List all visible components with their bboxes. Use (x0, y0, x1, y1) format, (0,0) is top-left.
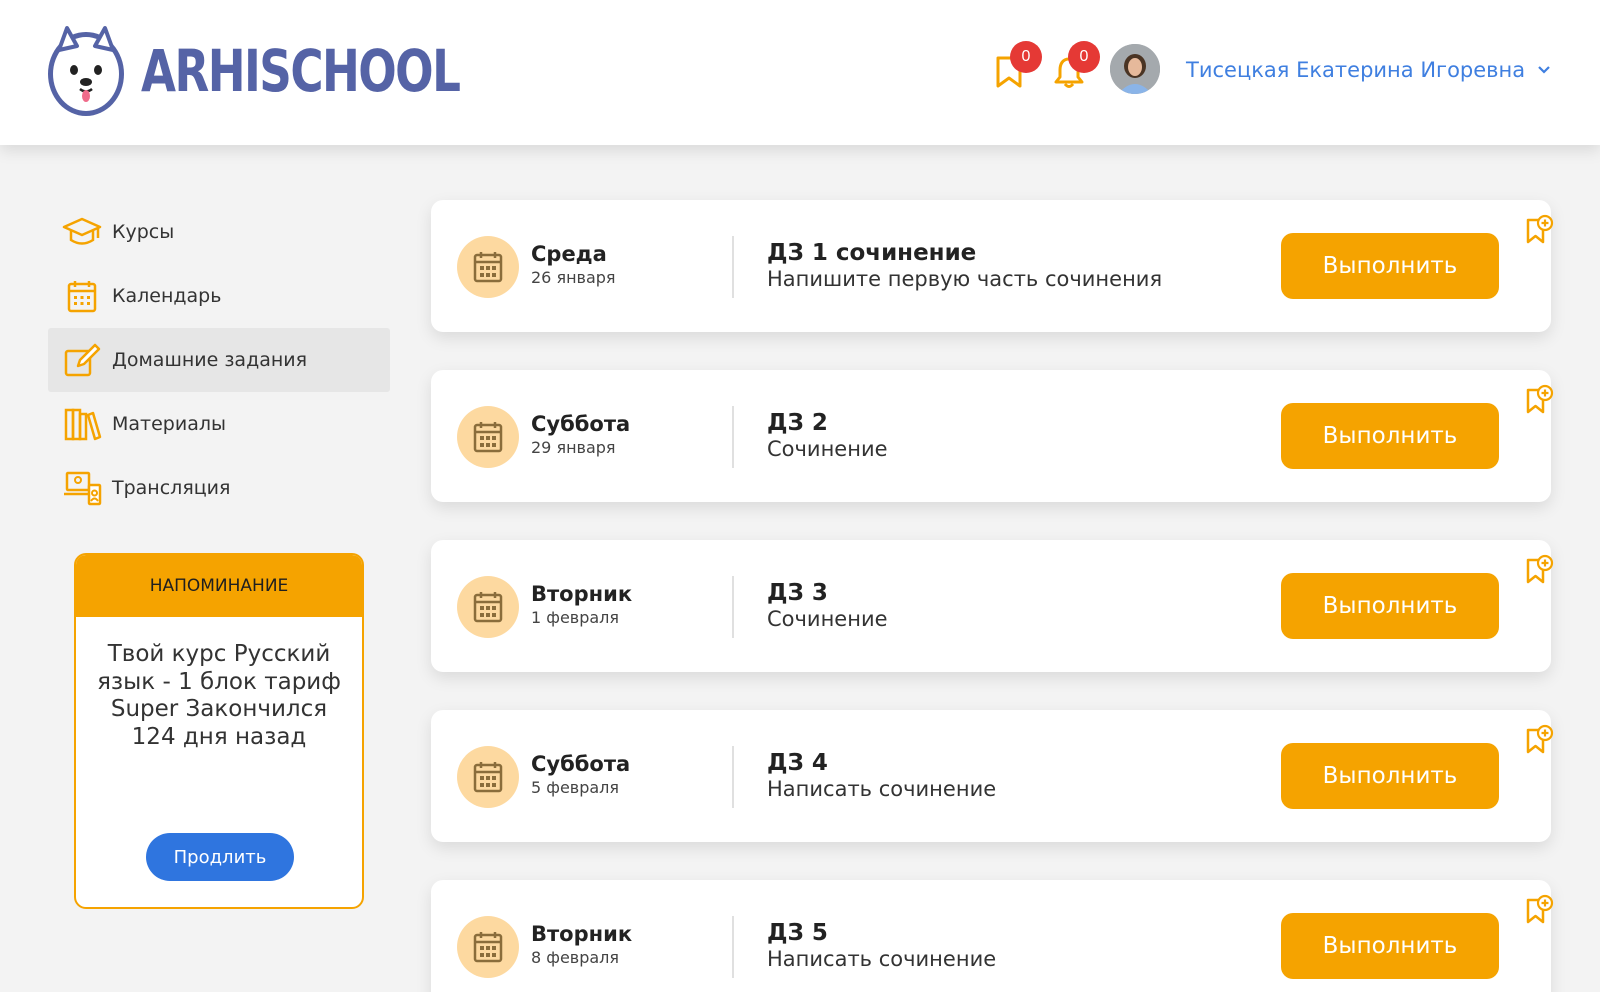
day-date: 5 февраля (531, 778, 620, 797)
homework-card: Среда 26 января ДЗ 1 сочинение Напишите … (431, 200, 1554, 332)
divider (732, 236, 734, 298)
add-bookmark-button[interactable] (1523, 214, 1555, 246)
task-title: ДЗ 2 (767, 410, 828, 436)
task-title: ДЗ 3 (767, 580, 828, 606)
divider (732, 746, 734, 808)
divider (732, 576, 734, 638)
sidebar-item-calendar[interactable]: Календарь (48, 264, 390, 328)
graduation-cap-icon (60, 212, 104, 252)
logo-text: ARHISCHOOL (141, 37, 461, 105)
calendar-icon (457, 236, 519, 298)
chevron-down-icon[interactable] (1536, 62, 1552, 78)
sidebar-item-label: Трансляция (112, 477, 231, 499)
task-description: Написать сочинение (767, 947, 997, 971)
sidebar-item-materials[interactable]: Материалы (48, 392, 390, 456)
bookmark-plus-icon (1526, 894, 1554, 924)
sidebar-nav: Курсы Календарь Домашние задания Материа… (48, 200, 390, 520)
user-name-menu[interactable]: Тисецкая Екатерина Игоревна (1186, 58, 1525, 82)
sidebar-item-courses[interactable]: Курсы (48, 200, 390, 264)
day-name: Среда (531, 242, 607, 266)
homework-card: Суббота 5 февраля ДЗ 4 Написать сочинени… (431, 710, 1554, 842)
header: ARHISCHOOL 0 0 Тисецкая Екатерина Игорев… (0, 0, 1600, 145)
homework-card: Суббота 29 января ДЗ 2 Сочинение Выполни… (431, 370, 1554, 502)
task-description: Сочинение (767, 607, 888, 631)
divider (732, 916, 734, 978)
complete-button[interactable]: Выполнить (1281, 233, 1499, 299)
day-name: Вторник (531, 922, 633, 946)
day-name: Суббота (531, 412, 631, 436)
add-bookmark-button[interactable] (1523, 894, 1555, 926)
complete-button[interactable]: Выполнить (1281, 913, 1499, 979)
broadcast-icon (60, 468, 104, 508)
edit-icon (60, 340, 104, 380)
bookmark-plus-icon (1526, 214, 1554, 244)
task-description: Написать сочинение (767, 777, 997, 801)
bookmarks-count-badge: 0 (1010, 41, 1042, 73)
samoyed-logo-icon (48, 26, 124, 116)
reminder-title: НАПОМИНАНИЕ (76, 555, 362, 617)
calendar-icon (60, 276, 104, 316)
calendar-icon (457, 576, 519, 638)
calendar-icon (457, 406, 519, 468)
bookmark-plus-icon (1526, 384, 1554, 414)
bookmark-plus-icon (1526, 724, 1554, 754)
task-description: Напишите первую часть сочинения (767, 267, 1163, 291)
bookmark-plus-icon (1526, 554, 1554, 584)
add-bookmark-button[interactable] (1523, 724, 1555, 756)
day-date: 1 февраля (531, 608, 620, 627)
sidebar-item-label: Календарь (112, 285, 222, 307)
calendar-icon (457, 916, 519, 978)
divider (732, 406, 734, 468)
add-bookmark-button[interactable] (1523, 384, 1555, 416)
reminder-card: НАПОМИНАНИЕ Твой курс Русский язык - 1 б… (74, 553, 364, 909)
day-date: 29 января (531, 438, 616, 457)
logo[interactable]: ARHISCHOOL (45, 22, 549, 120)
sidebar-item-label: Домашние задания (112, 349, 308, 371)
complete-button[interactable]: Выполнить (1281, 403, 1499, 469)
avatar[interactable] (1110, 44, 1160, 94)
task-title: ДЗ 5 (767, 920, 828, 946)
day-name: Суббота (531, 752, 631, 776)
complete-button[interactable]: Выполнить (1281, 743, 1499, 809)
reminder-text: Твой курс Русский язык - 1 блок тариф Su… (97, 641, 341, 750)
sidebar-item-broadcast[interactable]: Трансляция (48, 456, 390, 520)
homework-card: Вторник 8 февраля ДЗ 5 Написать сочинени… (431, 880, 1554, 992)
task-title: ДЗ 1 сочинение (767, 240, 977, 266)
user-photo-icon (1110, 44, 1160, 94)
day-date: 26 января (531, 268, 616, 287)
books-icon (60, 404, 104, 444)
sidebar-item-homework[interactable]: Домашние задания (48, 328, 390, 392)
sidebar-item-label: Материалы (112, 413, 226, 435)
sidebar-item-label: Курсы (112, 221, 175, 243)
notifications-count-badge: 0 (1068, 41, 1100, 73)
task-title: ДЗ 4 (767, 750, 828, 776)
homework-card: Вторник 1 февраля ДЗ 3 Сочинение Выполни… (431, 540, 1554, 672)
complete-button[interactable]: Выполнить (1281, 573, 1499, 639)
day-name: Вторник (531, 582, 633, 606)
task-description: Сочинение (767, 437, 888, 461)
renew-button[interactable]: Продлить (146, 833, 294, 881)
day-date: 8 февраля (531, 948, 620, 967)
calendar-icon (457, 746, 519, 808)
add-bookmark-button[interactable] (1523, 554, 1555, 586)
